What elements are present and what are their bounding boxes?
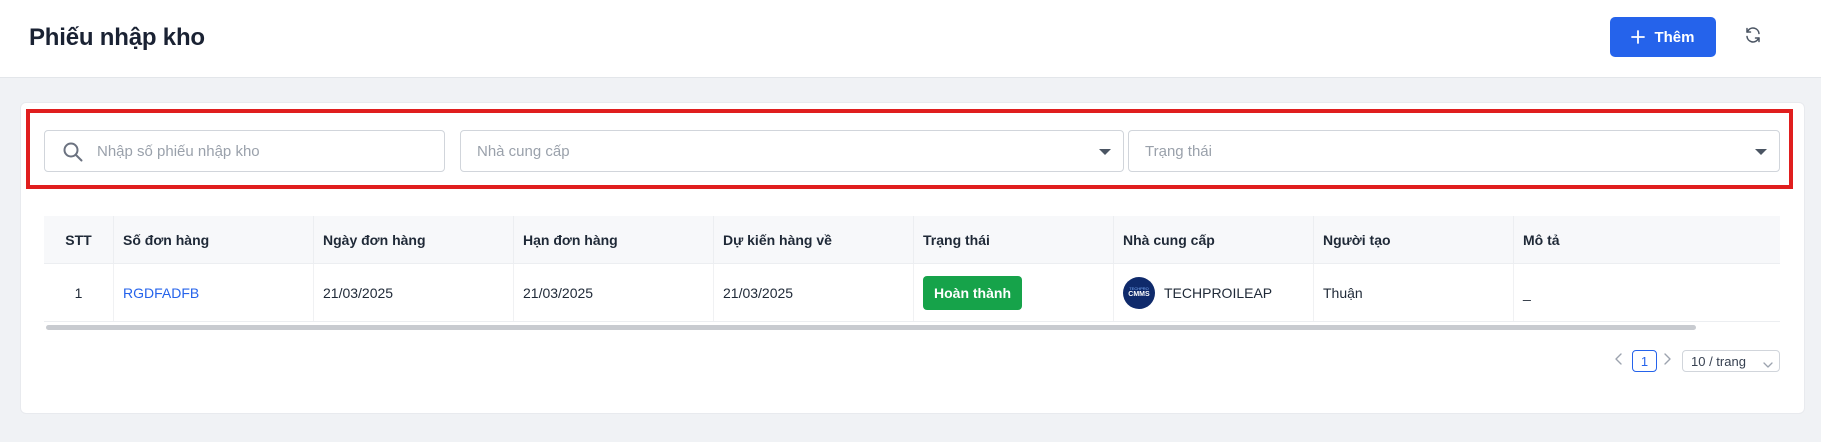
page-header: Phiếu nhập kho Thêm bbox=[0, 0, 1821, 78]
page-number-button[interactable]: 1 bbox=[1632, 350, 1657, 372]
caret-down-icon bbox=[1755, 149, 1767, 155]
column-header: Nhà cung cấp bbox=[1114, 216, 1314, 263]
creator: Thuận bbox=[1314, 264, 1514, 321]
search-placeholder: Nhập số phiếu nhập kho bbox=[97, 142, 260, 160]
status-cell: Hoàn thành bbox=[914, 264, 1114, 321]
supplier-select[interactable]: Nhà cung cấp bbox=[460, 130, 1124, 172]
page-title: Phiếu nhập kho bbox=[29, 24, 205, 51]
status-select[interactable]: Trạng thái bbox=[1128, 130, 1780, 172]
add-button[interactable]: Thêm bbox=[1610, 17, 1716, 57]
order-number-link[interactable]: RGDFADFB bbox=[123, 285, 199, 301]
next-page-button[interactable] bbox=[1662, 349, 1674, 373]
order-date: 21/03/2025 bbox=[314, 264, 514, 321]
plus-icon bbox=[1631, 30, 1646, 44]
supplier-cell: TECHPRO CMMS TECHPROILEAP bbox=[1114, 264, 1314, 321]
page-size-label: 10 / trang bbox=[1691, 353, 1746, 369]
column-header: Trạng thái bbox=[914, 216, 1114, 263]
status-placeholder: Trạng thái bbox=[1145, 142, 1212, 160]
chevron-down-icon bbox=[1763, 357, 1773, 372]
caret-down-icon bbox=[1099, 149, 1111, 155]
expected-date: 21/03/2025 bbox=[714, 264, 914, 321]
chevron-left-icon bbox=[1614, 352, 1624, 370]
column-header: STT bbox=[44, 216, 114, 263]
refresh-button[interactable] bbox=[1736, 20, 1770, 54]
column-header: Số đơn hàng bbox=[114, 216, 314, 263]
page-size-select[interactable]: 10 / trang bbox=[1682, 350, 1780, 372]
supplier-name: TECHPROILEAP bbox=[1164, 284, 1273, 301]
chevron-right-icon bbox=[1662, 352, 1672, 370]
due-date: 21/03/2025 bbox=[514, 264, 714, 321]
supplier-logo: TECHPRO CMMS bbox=[1123, 276, 1155, 309]
column-header: Ngày đơn hàng bbox=[314, 216, 514, 263]
column-header: Mô tả bbox=[1523, 231, 1560, 248]
refresh-icon bbox=[1744, 26, 1762, 49]
receipts-table: STT Số đơn hàng Ngày đơn hàng Hạn đơn hà… bbox=[44, 216, 1780, 324]
row-index: 1 bbox=[44, 264, 114, 321]
search-icon bbox=[62, 141, 84, 167]
table-header: STT Số đơn hàng Ngày đơn hàng Hạn đơn hà… bbox=[44, 216, 1780, 264]
status-badge: Hoàn thành bbox=[923, 275, 1022, 310]
table-row[interactable]: 1 RGDFADFB 21/03/2025 21/03/2025 21/03/2… bbox=[44, 264, 1780, 322]
column-header: Người tạo bbox=[1314, 216, 1514, 263]
description: _ bbox=[1523, 284, 1531, 301]
add-button-label: Thêm bbox=[1654, 28, 1695, 46]
supplier-placeholder: Nhà cung cấp bbox=[477, 142, 570, 160]
column-header: Hạn đơn hàng bbox=[514, 216, 714, 263]
supplier-logo-text: CMMS bbox=[1128, 291, 1150, 298]
order-number-cell: RGDFADFB bbox=[114, 264, 314, 321]
column-header: Dự kiến hàng về bbox=[714, 216, 914, 263]
prev-page-button[interactable] bbox=[1614, 349, 1626, 373]
horizontal-scrollbar[interactable] bbox=[46, 325, 1696, 330]
search-input[interactable]: Nhập số phiếu nhập kho bbox=[44, 130, 445, 172]
